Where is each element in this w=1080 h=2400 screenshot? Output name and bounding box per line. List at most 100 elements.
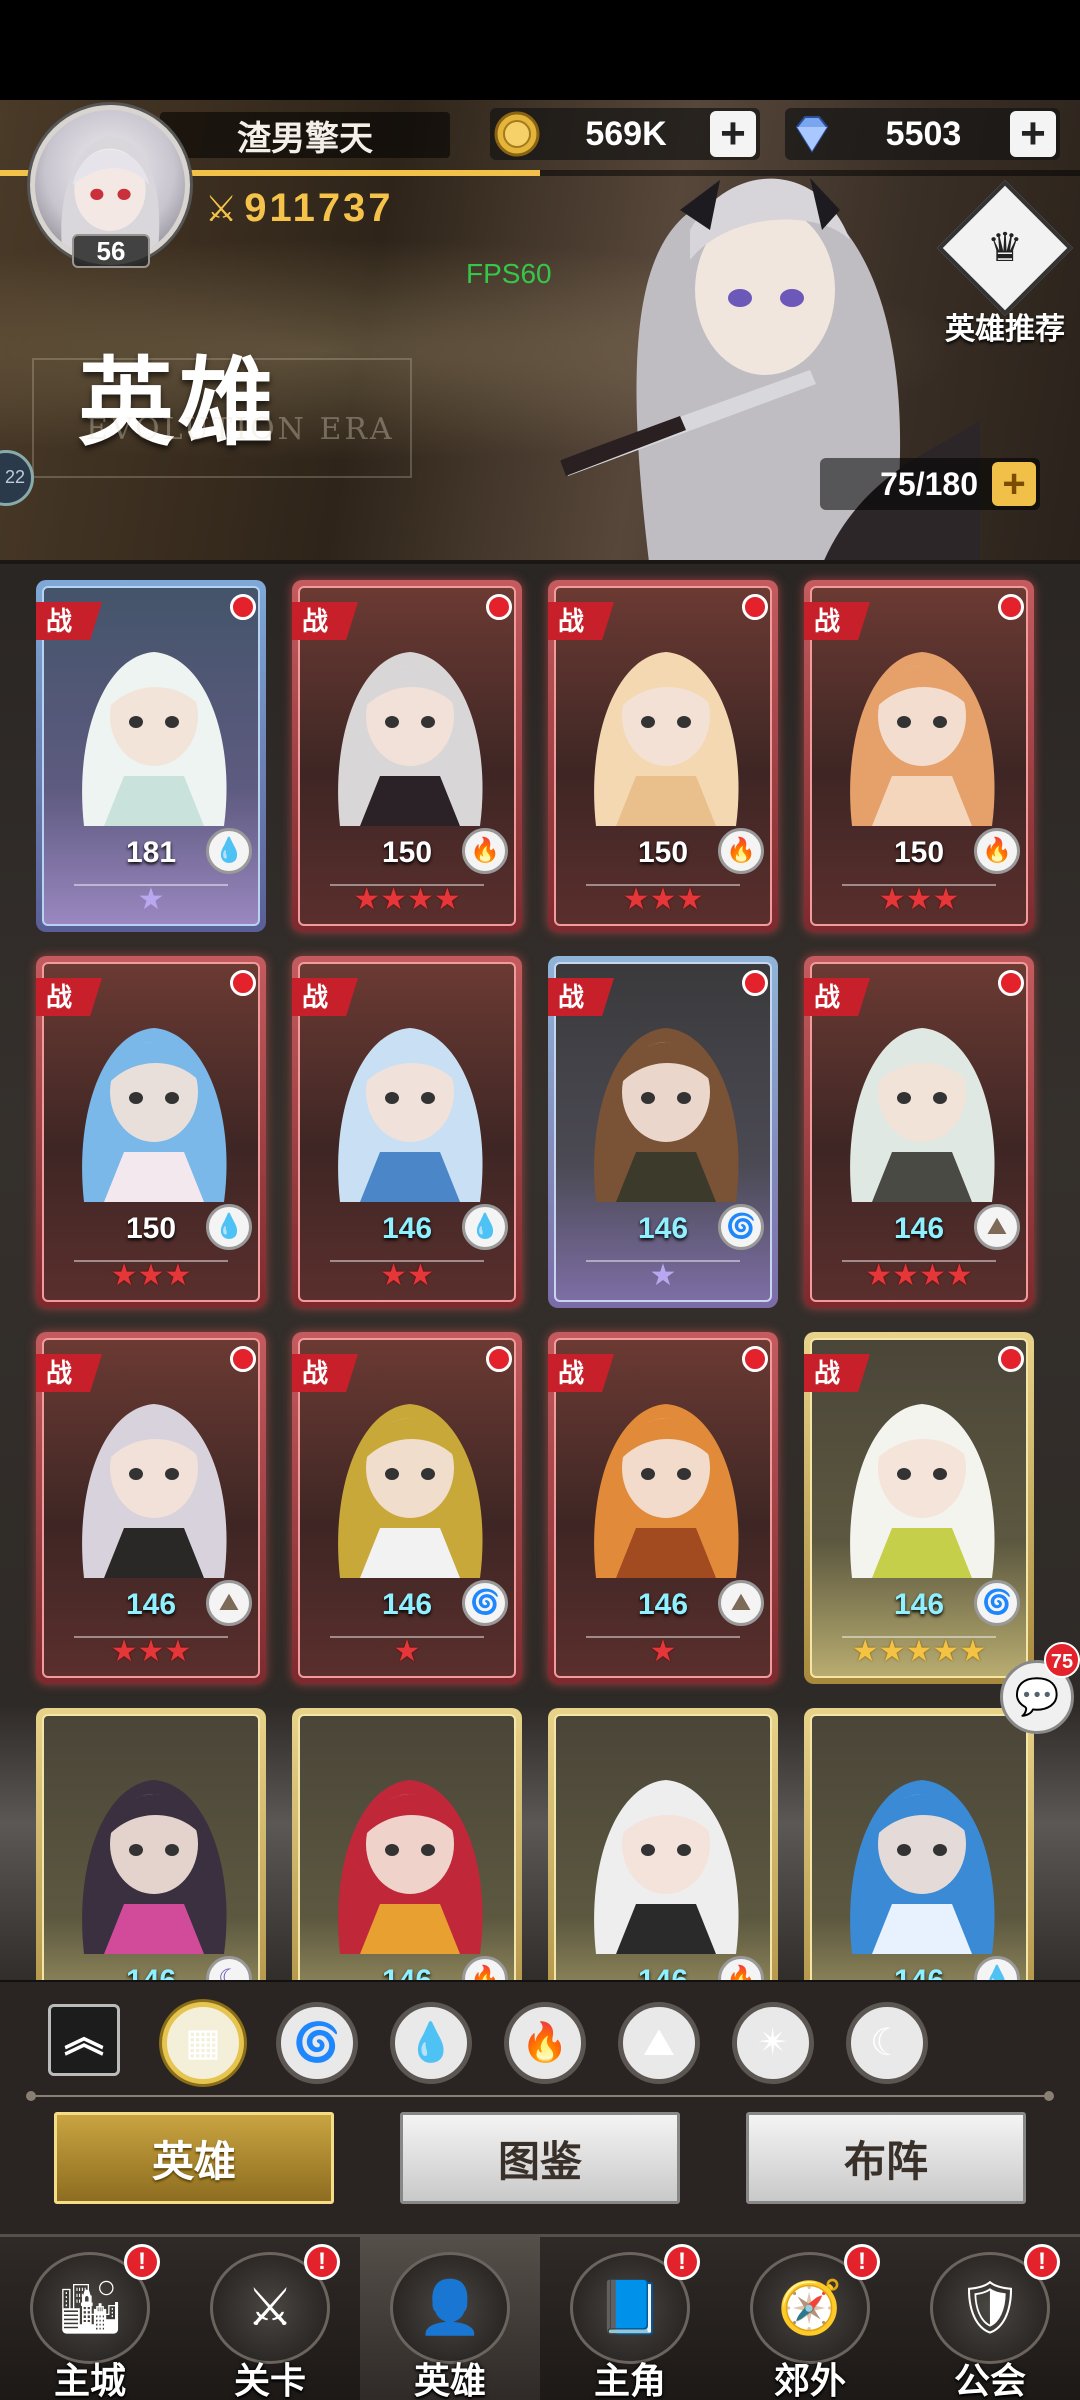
hero-card[interactable]: 战 150 🔥 ★★★ [804,580,1034,932]
hero-portrait [338,1404,483,1578]
hero-star-rating: ★ [137,883,165,916]
gold-resource: 569K + [490,108,760,160]
hero-portrait [338,1028,483,1202]
hero-card[interactable]: 146🔥 [292,1708,522,1980]
combat-power-value: 911737 [244,186,394,230]
hero-card[interactable]: 战 146 🌀 ★ [292,1332,522,1684]
combat-power: ⚔ 911737 [205,186,394,231]
hero-portrait [82,1404,227,1578]
filter-earth-button[interactable]: ⛰ [618,2002,700,2084]
hero-alert-dot [742,970,768,996]
filter-all-button[interactable]: ▦ [162,2002,244,2084]
hero-portrait [850,1404,995,1578]
hero-star-rating: ★★★ [878,883,960,916]
hero-alert-dot [998,1346,1024,1372]
hero-card[interactable]: 战 181 💧 ★ [36,580,266,932]
hero-portrait [594,1028,739,1202]
hero-card[interactable]: 战 150 🔥 ★★★★ [292,580,522,932]
filter-fire-button[interactable]: 🔥 [504,2002,586,2084]
filter-dark-button[interactable]: ☾ [846,2002,928,2084]
gem-amount: 5503 [885,114,962,153]
hero-recommend-button[interactable]: ♛ 英雄推荐 [937,180,1073,346]
collapse-button[interactable]: ︽ [48,2004,120,2076]
hero-star-rating: ★ [393,1635,421,1668]
nav-outskirts[interactable]: 🧭 郊外! [720,2234,900,2400]
hero-portrait [338,1780,483,1954]
expand-capacity-button[interactable]: + [992,462,1036,506]
hero-star-rating: ★★★★★ [851,1635,987,1668]
chat-unread-badge: 75 [1044,1642,1080,1678]
filter-light-button[interactable]: ✴ [732,2002,814,2084]
hero-card[interactable]: 战 146 ⛰ ★★★ [36,1332,266,1684]
hero-star-rating: ★★★ [622,883,704,916]
wind-icon: 🌀 [462,1580,508,1626]
hero-card[interactable]: 战 146 💧 ★★ [292,956,522,1308]
nav-hero[interactable]: 👤 英雄 [360,2234,540,2400]
hero-portrait [82,1780,227,1954]
hero-card[interactable]: 战 146 🌀 ★ [548,956,778,1308]
tab-formation[interactable]: 布阵 [746,2112,1026,2204]
gem-resource: 5503 + [785,108,1060,160]
hero-card[interactable]: 战 146 🌀 ★★★★★ [804,1332,1034,1684]
filter-all-icon: ▦ [185,2022,221,2064]
add-gold-button[interactable]: + [710,111,756,157]
filter-divider [26,2091,1054,2101]
hero-star-rating: ★★★ [110,1259,192,1292]
nav-city[interactable]: 🏙 主城! [0,2234,180,2400]
hero-portrait [82,1028,227,1202]
filter-wind-button[interactable]: 🌀 [276,2002,358,2084]
tab-heroes[interactable]: 英雄 [54,2112,334,2204]
hero-card[interactable]: 战 150 💧 ★★★ [36,956,266,1308]
tab-codex[interactable]: 图鉴 [400,2112,680,2204]
add-gems-button[interactable]: + [1010,111,1056,157]
hero-card[interactable]: 战 146 ⛰ ★ [548,1332,778,1684]
diamond-icon [795,116,829,153]
wind-icon: 🌀 [974,1580,1020,1626]
chevron-up-double-icon: ︽ [64,2016,104,2060]
hero-star-rating: ★ [649,1259,677,1292]
hero-portrait [850,1028,995,1202]
hero-star-rating: ★★★★ [353,883,461,916]
nav-guild[interactable]: 🛡 公会! [900,2234,1080,2400]
hero-alert-dot [486,1346,512,1372]
nav-alert-badge: ! [124,2244,160,2280]
hero-grid[interactable]: 战 181 💧 ★ 战 150 🔥 ★★★★ 战 150 🔥 ★★★ 战 150 🔥 ★★★ 战 150 💧 ★★★ 战… [0,560,1080,1980]
nav-label: 主角 [593,2360,666,2400]
hero-card[interactable]: 战 146 ⛰ ★★★★ [804,956,1034,1308]
filter-dark-icon: ☾ [869,2022,905,2064]
filter-wind-icon: 🌀 [293,2022,341,2064]
nav-protagonist[interactable]: 📘 主角! [540,2234,720,2400]
earth-icon: ⛰ [974,1204,1020,1250]
page-subtitle: EVOLUTION ERA [86,412,395,447]
crossed-swords-icon: ⚔ [205,187,241,229]
hero-card-frame [554,1714,772,1980]
crowned-head-icon: ♛ [937,180,1073,316]
water-icon: 💧 [462,1204,508,1250]
nav-stage[interactable]: ⚔ 关卡! [180,2234,360,2400]
gold-amount: 569K [585,114,667,153]
hero-star-rating: ★★ [380,1259,434,1292]
hero-card[interactable]: 146☾ [36,1708,266,1980]
chat-bubble-icon: 💬 [1014,1676,1060,1717]
fire-icon: 🔥 [462,828,508,874]
filter-water-button[interactable]: 💧 [390,2002,472,2084]
hero-capacity: 75/180 + [820,458,1040,510]
hero-alert-dot [230,594,256,620]
hero-card[interactable]: 146💧 [804,1708,1034,1980]
nav-label: 主城 [53,2360,126,2400]
hero-capacity-value: 75/180 [880,465,978,502]
filter-light-icon: ✴ [757,2022,789,2064]
water-icon: 💧 [206,1204,252,1250]
fire-icon: 🔥 [974,828,1020,874]
nav-label: 关卡 [233,2360,306,2400]
hero-portrait [850,652,995,826]
hero-alert-dot [998,970,1024,996]
hero-portrait [594,652,739,826]
hero-icon: 👤 [390,2252,510,2364]
water-icon: 💧 [206,828,252,874]
hero-card[interactable]: 战 150 🔥 ★★★ [548,580,778,932]
fps-counter: FPS60 [466,258,552,289]
player-level-badge: 56 [72,234,150,268]
hero-card[interactable]: 146🔥 [548,1708,778,1980]
hero-portrait [594,1780,739,1954]
